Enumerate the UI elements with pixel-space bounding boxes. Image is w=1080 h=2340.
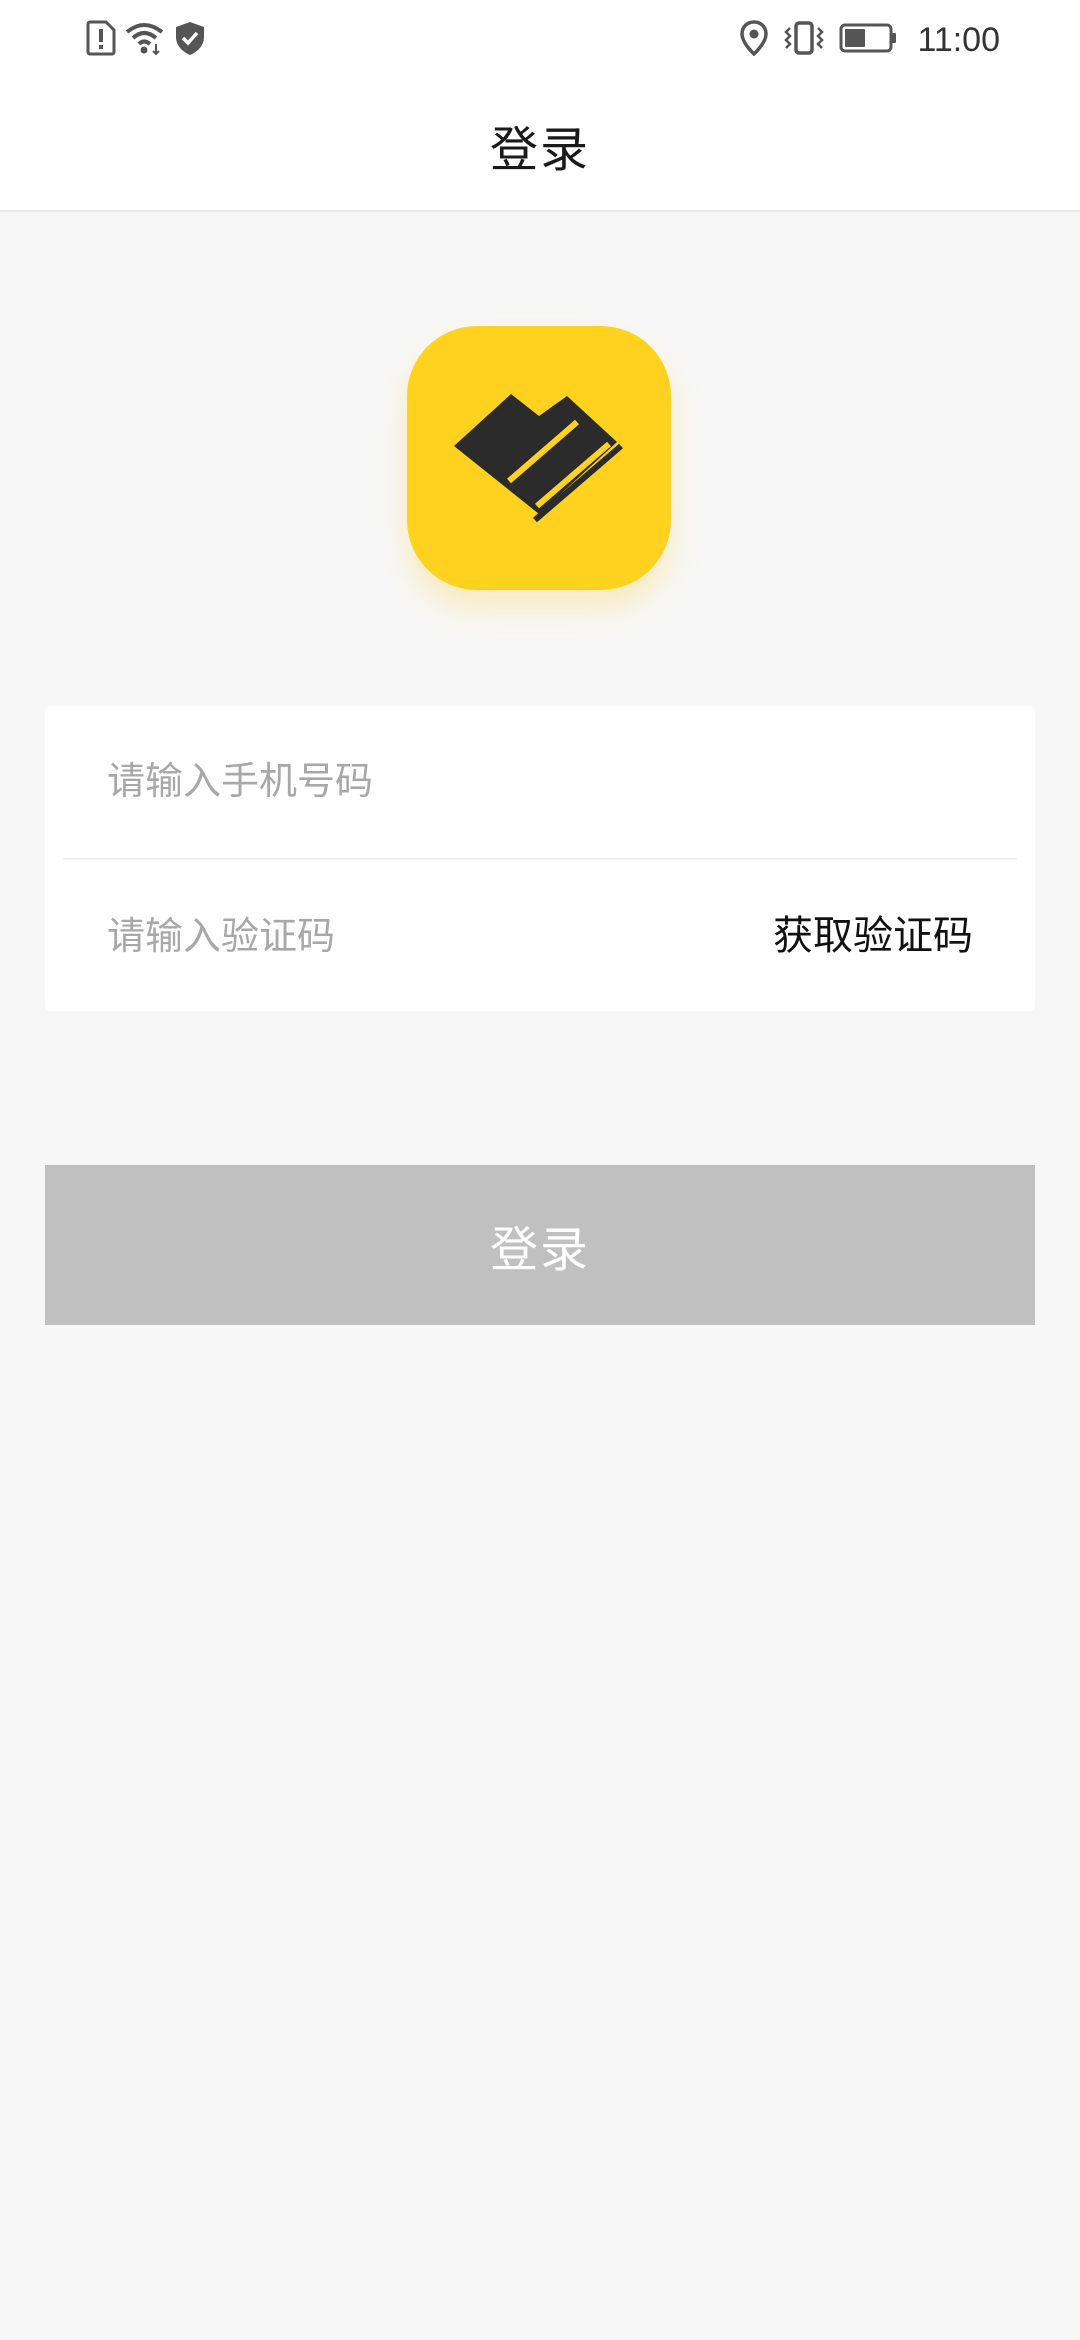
login-button[interactable]: 登录 <box>45 1165 1035 1325</box>
get-code-button[interactable]: 获取验证码 <box>773 861 973 1011</box>
verification-code-input[interactable] <box>105 905 709 967</box>
login-form: 获取验证码 <box>45 706 1035 1011</box>
location-icon <box>739 20 769 60</box>
app-logo <box>407 326 671 590</box>
status-time: 11:00 <box>917 20 1000 59</box>
code-field-row: 获取验证码 <box>45 861 1035 1011</box>
phone-input[interactable] <box>105 750 979 812</box>
phone-field-row <box>45 706 1035 856</box>
page-title: 登录 <box>489 122 590 178</box>
sim-alert-icon <box>86 20 116 60</box>
app-logo-icon <box>449 386 629 530</box>
wifi-icon <box>124 20 166 60</box>
header-bar: 登录 <box>0 80 1080 212</box>
field-divider <box>63 858 1017 860</box>
status-bar-left <box>86 20 206 60</box>
battery-icon <box>839 22 897 58</box>
vibrate-icon <box>783 20 825 60</box>
status-bar: 11:00 <box>0 0 1080 80</box>
shield-check-icon <box>174 20 206 60</box>
status-bar-right: 11:00 <box>739 18 1000 62</box>
